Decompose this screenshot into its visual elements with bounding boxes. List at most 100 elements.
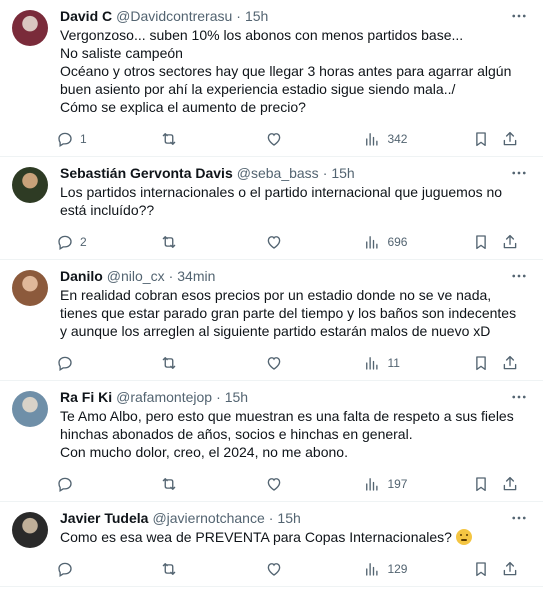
avatar-column bbox=[12, 508, 48, 586]
share-button[interactable] bbox=[501, 560, 531, 578]
bookmark-button[interactable] bbox=[472, 233, 502, 251]
more-options-button[interactable] bbox=[509, 163, 529, 183]
timestamp[interactable]: 34min bbox=[177, 266, 215, 286]
views-button[interactable]: 129 bbox=[363, 560, 471, 578]
share-icon bbox=[504, 131, 517, 146]
views-count: 129 bbox=[387, 562, 408, 576]
reply-icon bbox=[58, 235, 72, 250]
views-count: 197 bbox=[387, 477, 408, 491]
heart-icon bbox=[267, 478, 281, 491]
retweet-button[interactable] bbox=[160, 233, 264, 251]
more-options-button[interactable] bbox=[509, 6, 529, 26]
reply-count: 1 bbox=[80, 132, 87, 146]
author-handle[interactable]: @Davidcontrerasu bbox=[116, 6, 232, 26]
avatar-column bbox=[12, 163, 48, 259]
bookmark-icon bbox=[476, 477, 486, 492]
timestamp[interactable]: 15h bbox=[245, 6, 268, 26]
avatar[interactable] bbox=[12, 10, 48, 46]
tweet-text-content: Vergonzoso... suben 10% los abonos con m… bbox=[60, 27, 512, 115]
retweet-icon bbox=[163, 563, 176, 575]
views-bar-chart-icon bbox=[366, 478, 379, 491]
more-options-button[interactable] bbox=[509, 266, 529, 286]
action-bar: 1 342 bbox=[56, 122, 531, 156]
views-button[interactable]: 342 bbox=[363, 130, 471, 148]
share-icon bbox=[504, 476, 517, 491]
avatar[interactable] bbox=[12, 167, 48, 203]
tweet[interactable]: Sebastián Gervonta Davis @seba_bass · 15… bbox=[0, 157, 543, 260]
share-button[interactable] bbox=[501, 233, 531, 251]
timestamp[interactable]: 15h bbox=[225, 387, 248, 407]
reply-icon bbox=[58, 356, 72, 371]
more-options-button[interactable] bbox=[509, 508, 529, 528]
bookmark-button[interactable] bbox=[472, 354, 502, 372]
share-button[interactable] bbox=[501, 354, 531, 372]
author-name[interactable]: Ra Fi Ki bbox=[60, 387, 112, 407]
bookmark-icon bbox=[476, 235, 486, 250]
more-dots-icon bbox=[512, 171, 526, 175]
separator-dot: · bbox=[268, 510, 274, 526]
views-button[interactable]: 696 bbox=[363, 233, 471, 251]
like-button[interactable] bbox=[265, 475, 364, 493]
retweet-button[interactable] bbox=[160, 354, 264, 372]
share-button[interactable] bbox=[501, 130, 531, 148]
tweet[interactable]: David C @Davidcontrerasu · 15h Vergonzos… bbox=[0, 0, 543, 157]
reply-button[interactable]: 1 bbox=[56, 130, 160, 148]
more-options-button[interactable] bbox=[509, 387, 529, 407]
timestamp[interactable]: 15h bbox=[277, 508, 300, 528]
tweet[interactable]: Ra Fi Ki @rafamontejop · 15h Te Amo Albo… bbox=[0, 381, 543, 502]
tweet-header: David C @Davidcontrerasu · 15h bbox=[60, 6, 531, 26]
tweet[interactable]: Danilo @nilo_cx · 34min En realidad cobr… bbox=[0, 260, 543, 381]
reply-icon bbox=[58, 562, 72, 577]
like-button[interactable] bbox=[265, 233, 364, 251]
reply-count: 2 bbox=[80, 235, 87, 249]
like-button[interactable] bbox=[265, 130, 364, 148]
author-handle[interactable]: @seba_bass bbox=[237, 163, 319, 183]
reply-button[interactable] bbox=[56, 354, 160, 372]
retweet-icon bbox=[163, 478, 176, 490]
tweet-text: Como es esa wea de PREVENTA para Copas I… bbox=[60, 528, 531, 546]
author-name[interactable]: Javier Tudela bbox=[60, 508, 148, 528]
tweet-body: Danilo @nilo_cx · 34min En realidad cobr… bbox=[58, 266, 531, 380]
reply-button[interactable] bbox=[56, 560, 160, 578]
views-button[interactable]: 11 bbox=[363, 354, 471, 372]
heart-icon bbox=[267, 236, 281, 249]
bookmark-button[interactable] bbox=[472, 475, 502, 493]
author-name[interactable]: Danilo bbox=[60, 266, 103, 286]
action-bar: 129 bbox=[56, 552, 531, 586]
bookmark-icon bbox=[476, 132, 486, 147]
author-handle[interactable]: @javiernotchance bbox=[152, 508, 264, 528]
more-dots-icon bbox=[512, 14, 526, 18]
timestamp[interactable]: 15h bbox=[331, 163, 354, 183]
author-name[interactable]: Sebastián Gervonta Davis bbox=[60, 163, 233, 183]
avatar[interactable] bbox=[12, 391, 48, 427]
tweet-body: Sebastián Gervonta Davis @seba_bass · 15… bbox=[58, 163, 531, 259]
retweet-button[interactable] bbox=[160, 475, 264, 493]
reply-button[interactable] bbox=[56, 475, 160, 493]
more-dots-icon bbox=[512, 395, 526, 399]
reply-feed: David C @Davidcontrerasu · 15h Vergonzos… bbox=[0, 0, 543, 600]
author-handle[interactable]: @rafamontejop bbox=[116, 387, 212, 407]
author-name[interactable]: David C bbox=[60, 6, 112, 26]
retweet-button[interactable] bbox=[160, 560, 264, 578]
heart-icon bbox=[267, 563, 281, 576]
bookmark-button[interactable] bbox=[472, 560, 502, 578]
share-button[interactable] bbox=[501, 475, 531, 493]
avatar[interactable] bbox=[12, 512, 48, 548]
separator-dot: · bbox=[236, 8, 241, 24]
like-button[interactable] bbox=[265, 354, 364, 372]
separator-dot: · bbox=[168, 268, 174, 284]
views-button[interactable]: 197 bbox=[363, 475, 471, 493]
retweet-icon bbox=[163, 133, 176, 145]
tweet-text-content: Como es esa wea de PREVENTA para Copas I… bbox=[60, 529, 456, 545]
bookmark-button[interactable] bbox=[472, 130, 502, 148]
retweet-button[interactable] bbox=[160, 130, 264, 148]
views-bar-chart-icon bbox=[366, 357, 379, 370]
views-count: 342 bbox=[387, 132, 408, 146]
reply-button[interactable]: 2 bbox=[56, 233, 160, 251]
tweet[interactable]: Javier Tudela @javiernotchance · 15h Com… bbox=[0, 502, 543, 587]
avatar[interactable] bbox=[12, 270, 48, 306]
tweet-body: David C @Davidcontrerasu · 15h Vergonzos… bbox=[58, 6, 531, 156]
author-handle[interactable]: @nilo_cx bbox=[107, 266, 165, 286]
like-button[interactable] bbox=[265, 560, 364, 578]
views-count: 696 bbox=[387, 235, 408, 249]
